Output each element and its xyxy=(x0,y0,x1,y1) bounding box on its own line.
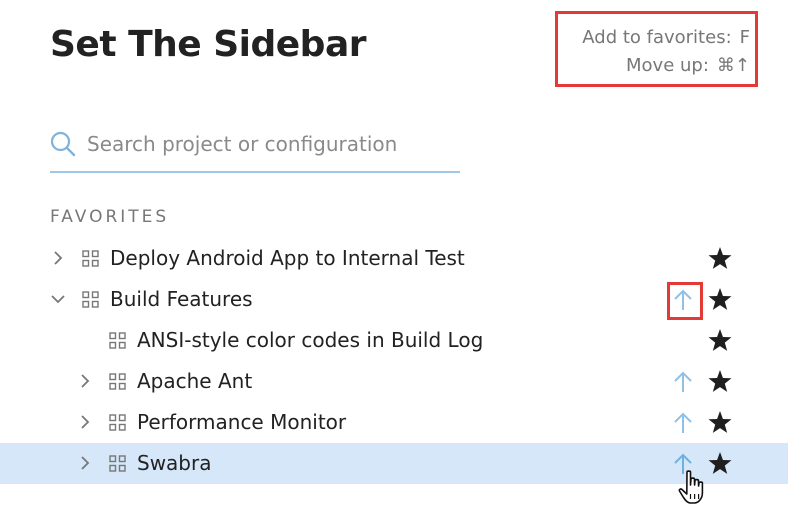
shortcut-hint-add-to-favorites: Add to favorites: F xyxy=(582,27,750,48)
shortcut-hint-move-up: Move up: ⌘↑ xyxy=(626,55,750,76)
project-grid-icon xyxy=(109,455,126,472)
search-icon xyxy=(50,131,76,157)
star-icon[interactable] xyxy=(707,246,733,271)
star-icon[interactable] xyxy=(707,451,733,476)
favorite-item-ansi-color-codes[interactable]: ANSI-style color codes in Build Log xyxy=(0,320,788,361)
project-grid-icon xyxy=(82,250,99,267)
search-field[interactable] xyxy=(50,126,460,173)
page-title: Set The Sidebar xyxy=(50,24,367,65)
favorite-item-label[interactable]: Apache Ant xyxy=(137,369,252,393)
favorite-item-label[interactable]: Swabra xyxy=(137,451,211,475)
favorite-item-apache-ant[interactable]: Apache Ant xyxy=(0,361,788,402)
star-icon[interactable] xyxy=(707,410,733,435)
favorite-item-label[interactable]: ANSI-style color codes in Build Log xyxy=(137,328,483,352)
favorites-section-label: FAVORITES xyxy=(50,207,170,227)
project-grid-icon xyxy=(109,373,126,390)
chevron-right-icon[interactable] xyxy=(50,250,66,266)
shortcut-hint-key: F xyxy=(739,27,750,48)
favorite-item-label[interactable]: Deploy Android App to Internal Test xyxy=(110,246,465,270)
star-icon[interactable] xyxy=(707,369,733,394)
search-input[interactable] xyxy=(87,128,447,160)
star-icon[interactable] xyxy=(707,287,733,312)
arrow-up-icon[interactable] xyxy=(673,411,693,435)
move-up-highlight xyxy=(667,282,703,320)
chevron-right-icon[interactable] xyxy=(77,373,93,389)
hand-pointer-icon xyxy=(678,470,704,504)
shortcut-hint-label: Add to favorites: xyxy=(582,27,732,48)
shortcut-hint-label: Move up: xyxy=(626,55,709,76)
chevron-right-icon[interactable] xyxy=(77,414,93,430)
project-grid-icon xyxy=(109,332,126,349)
arrow-up-icon[interactable] xyxy=(673,370,693,394)
favorite-item-swabra[interactable]: Swabra xyxy=(0,443,788,484)
favorite-item-performance-monitor[interactable]: Performance Monitor xyxy=(0,402,788,443)
chevron-down-icon[interactable] xyxy=(50,291,66,307)
project-grid-icon xyxy=(82,291,99,308)
shortcut-hint-key: ⌘↑ xyxy=(716,55,750,76)
favorite-item-label[interactable]: Build Features xyxy=(110,287,253,311)
favorite-item-label[interactable]: Performance Monitor xyxy=(137,410,346,434)
star-icon[interactable] xyxy=(707,328,733,353)
favorite-item-deploy-android-app[interactable]: Deploy Android App to Internal Test xyxy=(0,238,788,279)
project-grid-icon xyxy=(109,414,126,431)
chevron-right-icon[interactable] xyxy=(77,455,93,471)
